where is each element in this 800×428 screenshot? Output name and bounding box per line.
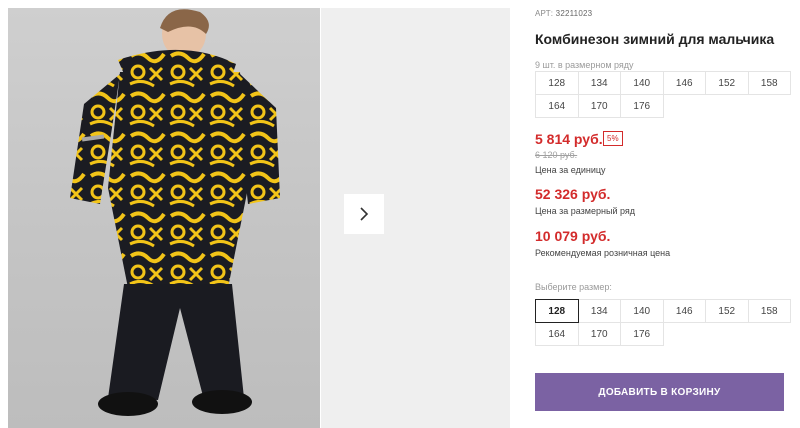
recommended-retail-price-label: Рекомендуемая розничная цена [535, 248, 671, 258]
product-photo[interactable] [8, 8, 320, 428]
size-selector: 128 134 140 146 152 158 164 170 176 [535, 299, 791, 346]
gallery-next-button[interactable] [344, 194, 384, 234]
old-price: 6 120 руб. [535, 150, 578, 160]
size-row-cell: 134 [577, 71, 621, 95]
size-row-cell: 152 [705, 71, 749, 95]
add-to-cart-button[interactable]: ДОБАВИТЬ В КОРЗИНУ [535, 373, 784, 411]
product-page: АРТ: 32211023 Комбинезон зимний для маль… [0, 0, 800, 428]
discount-badge: 5% [603, 131, 623, 146]
size-row-count: 9 шт. в размерном ряду [535, 60, 634, 70]
size-row-grid: 128 134 140 146 152 158 164 170 176 [535, 71, 791, 118]
size-row-cell: 176 [620, 94, 664, 118]
size-option-170[interactable]: 170 [577, 322, 621, 346]
article-number: 32211023 [555, 9, 593, 18]
size-option-128[interactable]: 128 [535, 299, 579, 323]
size-row-cell: 140 [620, 71, 664, 95]
size-row-price: 52 326 руб. [535, 186, 611, 202]
size-row-cell: 146 [662, 71, 706, 95]
size-option-146[interactable]: 146 [662, 299, 706, 323]
article-label: АРТ: [535, 9, 554, 18]
product-title: Комбинезон зимний для мальчика [535, 31, 775, 47]
size-row-price-label: Цена за размерный ряд [535, 206, 636, 216]
chevron-right-icon [360, 207, 369, 221]
size-option-164[interactable]: 164 [535, 322, 579, 346]
size-row-cell: 170 [577, 94, 621, 118]
size-row-cell: 158 [747, 71, 791, 95]
size-row-cell: 164 [535, 94, 579, 118]
size-option-152[interactable]: 152 [705, 299, 749, 323]
size-option-176[interactable]: 176 [620, 322, 664, 346]
product-info-panel: АРТ: 32211023 Комбинезон зимний для маль… [535, 0, 800, 428]
unit-price: 5 814 руб. [535, 131, 603, 147]
size-row-cell: 128 [535, 71, 579, 95]
choose-size-label: Выберите размер: [535, 282, 612, 292]
size-option-134[interactable]: 134 [577, 299, 621, 323]
unit-price-label: Цена за единицу [535, 165, 606, 175]
boy-winter-jumpsuit-illustration [70, 9, 280, 416]
product-gallery [0, 0, 510, 428]
size-option-158[interactable]: 158 [747, 299, 791, 323]
article-line: АРТ: 32211023 [535, 9, 592, 18]
recommended-retail-price: 10 079 руб. [535, 228, 611, 244]
size-option-140[interactable]: 140 [620, 299, 664, 323]
